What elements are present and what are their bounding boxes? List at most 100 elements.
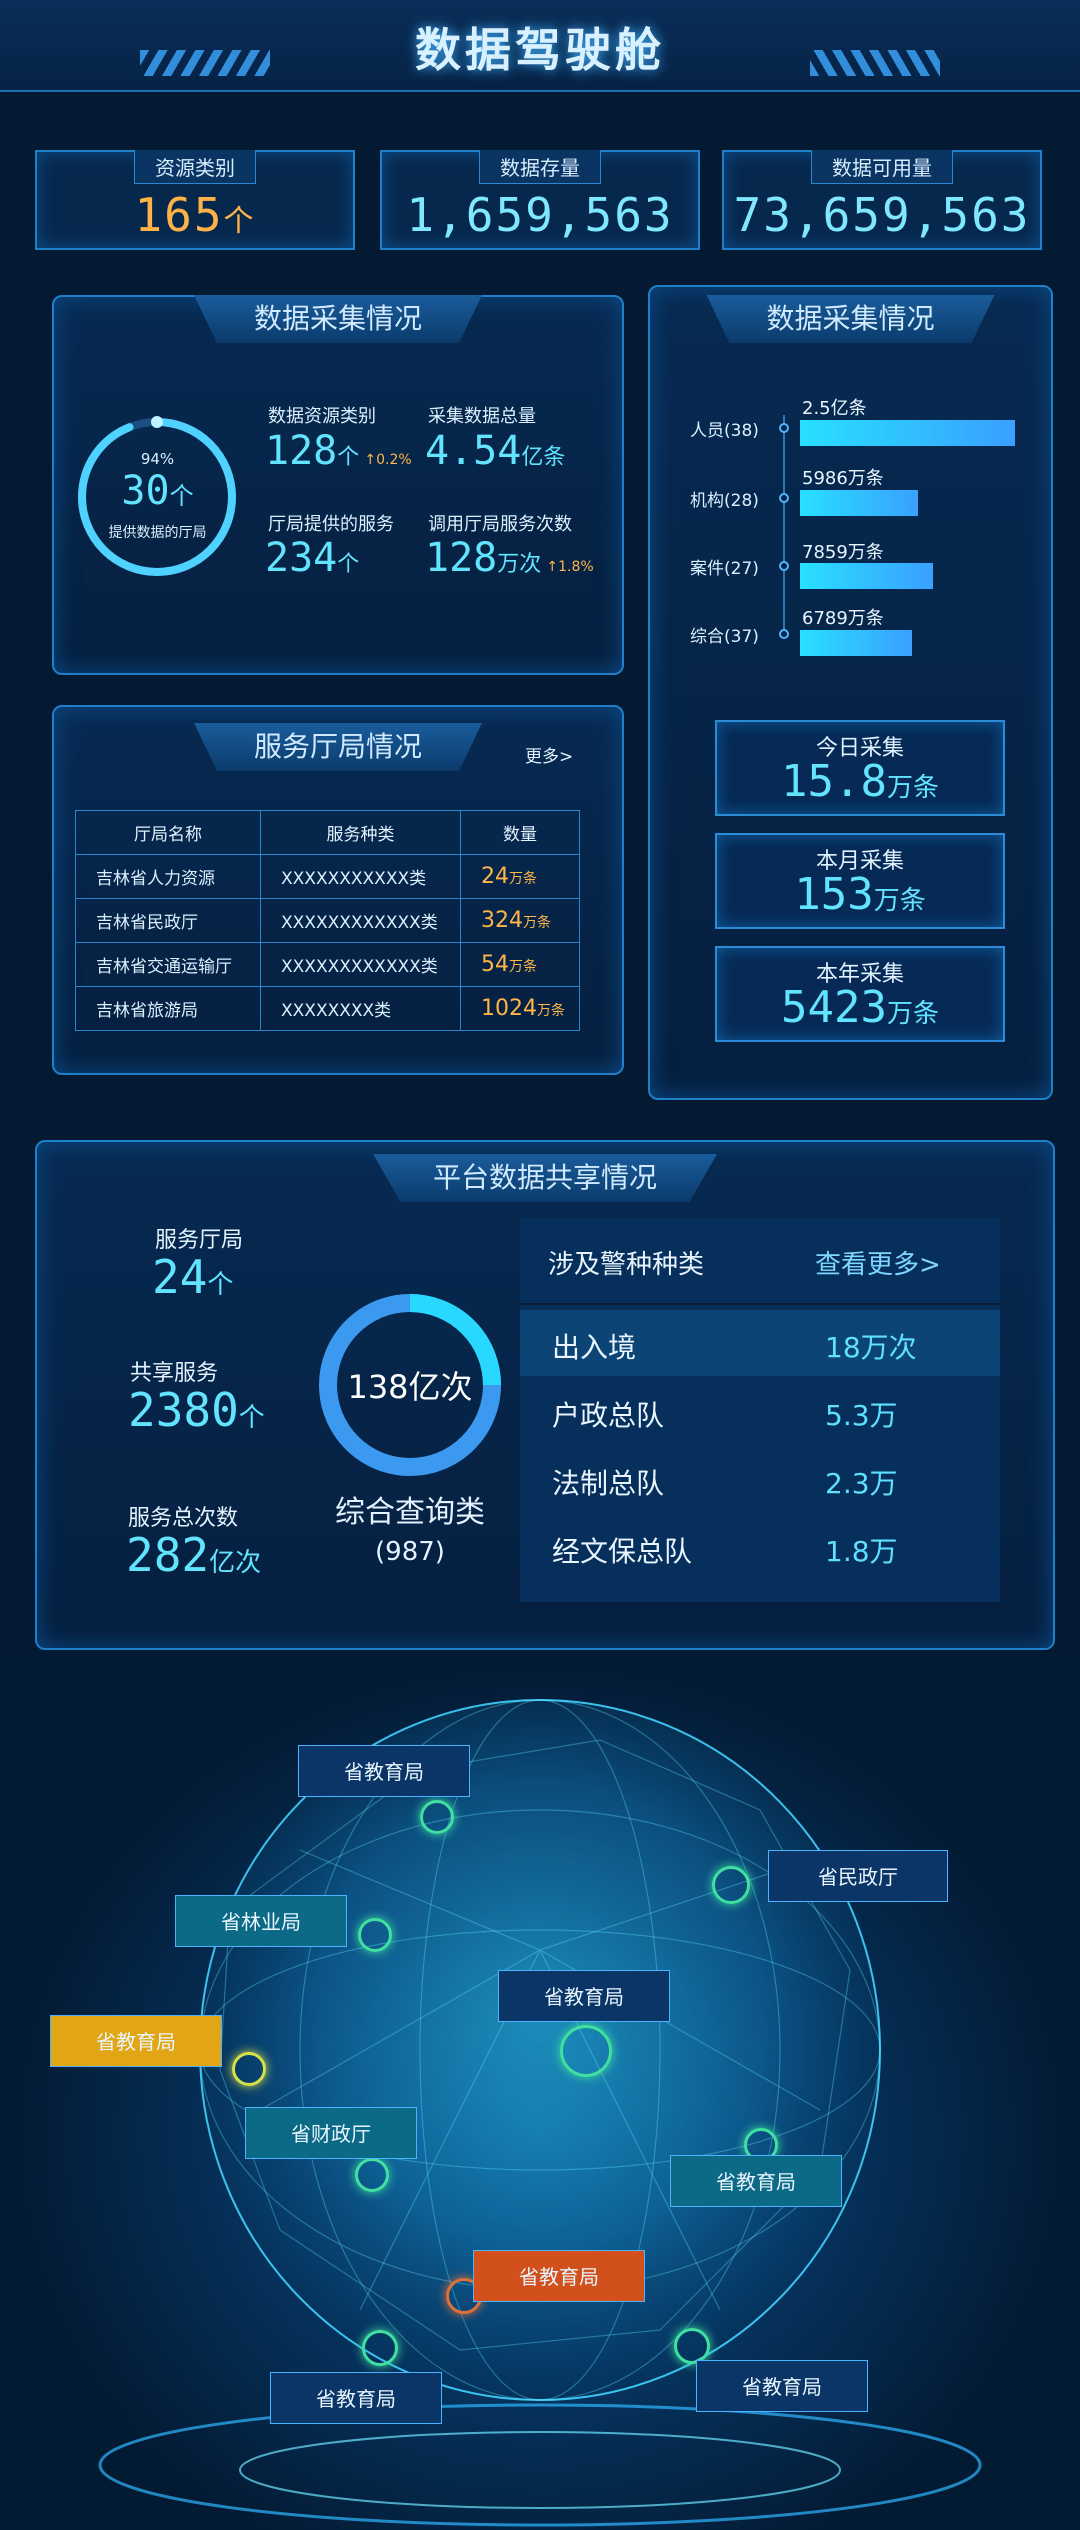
globe-tag[interactable]: 省教育局 — [270, 2372, 442, 2424]
kpi-value: 165个 — [134, 188, 256, 242]
globe-tag[interactable]: 省教育局 — [298, 1745, 470, 1797]
metric-value: 4.54亿条 — [425, 428, 566, 474]
kpi-resource-types: 资源类别 165个 — [35, 150, 355, 250]
metric-value: 128万次 ↑1.8% — [425, 535, 594, 581]
col-header: 厅局名称 — [75, 810, 261, 855]
metric-label: 采集数据总量 — [428, 406, 536, 427]
share-stat-value: 24个 — [152, 1250, 234, 1304]
kpi-value: 1,659,563 — [406, 188, 674, 242]
share-list: 涉及警种种类 查看更多> 出入境 18万次 户政总队 5.3万 法制总队 2.3万 经… — [520, 1218, 1000, 1602]
table-header-row: 厅局名称 服务种类 数量 — [75, 810, 580, 855]
cell-name: 吉林省民政厅 — [75, 898, 261, 943]
node-marker — [358, 1918, 392, 1952]
bar-value-label: 5986万条 — [802, 468, 884, 489]
node-marker — [232, 2052, 266, 2086]
list-item[interactable]: 出入境 18万次 — [520, 1310, 1000, 1376]
globe-tag[interactable]: 省民政厅 — [768, 1850, 948, 1902]
header-right-decoration — [810, 50, 940, 76]
list-divider — [520, 1303, 1000, 1305]
metric-value: 128个 ↑0.2% — [265, 428, 412, 474]
globe-tag[interactable]: 省林业局 — [175, 1895, 347, 1947]
bar-axis-dot — [779, 493, 789, 503]
table-row[interactable]: 吉林省交通运输厅 XXXXXXXXXXXX类 54万条 — [75, 942, 580, 987]
list-item[interactable]: 户政总队 5.3万 — [520, 1378, 1000, 1444]
globe-tag[interactable]: 省财政厅 — [245, 2107, 417, 2159]
stat-year: 本年采集 5423万条 — [715, 946, 1005, 1042]
node-marker — [355, 2158, 389, 2192]
globe-tag[interactable]: 省教育局 — [670, 2155, 842, 2207]
metric-label: 数据资源类别 — [268, 406, 376, 427]
bar-axis-dot — [779, 629, 789, 639]
bar-mark — [800, 490, 918, 516]
panel-title: 数据采集情况 — [193, 295, 483, 343]
cell-count: 1024万条 — [460, 986, 580, 1031]
stat-value: 15.8万条 — [781, 756, 939, 807]
bar-value-label: 6789万条 — [802, 608, 884, 629]
bar-mark — [800, 563, 933, 589]
node-marker — [674, 2328, 710, 2364]
globe-tag[interactable]: 省教育局 — [696, 2360, 868, 2412]
donut-sub: (987) — [375, 1537, 445, 1567]
cell-count: 54万条 — [460, 942, 580, 987]
bar-category-label: 人员(38) — [690, 421, 759, 441]
kpi-data-stock: 数据存量 1,659,563 — [380, 150, 700, 250]
bar-axis-line — [783, 415, 785, 635]
node-marker — [420, 1800, 454, 1834]
list-header: 涉及警种种类 — [548, 1250, 705, 1280]
globe-graphic — [98, 1699, 982, 2527]
bar-axis-dot — [779, 561, 789, 571]
ring-value: 30个 — [121, 468, 194, 514]
node-marker — [560, 2025, 612, 2077]
bar-category-label: 综合(37) — [690, 627, 759, 647]
more-link[interactable]: 更多> — [525, 742, 573, 767]
cell-name: 吉林省交通运输厅 — [75, 942, 261, 987]
globe-area: 省教育局 省民政厅 省林业局 省教育局 省教育局 省财政厅 省教育局 省教育局 … — [0, 1650, 1080, 2530]
bar-value-label: 2.5亿条 — [802, 398, 867, 419]
bar-axis-dot — [779, 423, 789, 433]
metric-label: 调用厅局服务次数 — [428, 514, 572, 535]
header-bar: 数据驾驶舱 — [0, 0, 1080, 92]
cell-name: 吉林省旅游局 — [75, 986, 261, 1031]
cell-count: 24万条 — [460, 854, 580, 899]
stat-value: 5423万条 — [781, 982, 939, 1033]
list-more-link[interactable]: 查看更多> — [815, 1244, 941, 1281]
globe-tag[interactable]: 省教育局 — [498, 1970, 670, 2022]
metric-label: 厅局提供的服务 — [268, 514, 394, 535]
list-item[interactable]: 经文保总队 1.8万 — [520, 1514, 1000, 1580]
kpi-value: 73,659,563 — [733, 188, 1031, 242]
panel-title: 平台数据共享情况 — [372, 1154, 718, 1202]
cell-kind: XXXXXXXX类 — [260, 986, 461, 1031]
metric-value: 234个 — [265, 535, 360, 581]
globe-tag[interactable]: 省教育局 — [473, 2250, 645, 2302]
share-stat-value: 2380个 — [128, 1383, 265, 1437]
col-header: 数量 — [460, 810, 580, 855]
cell-kind: XXXXXXXXXXX类 — [260, 854, 461, 899]
table-row[interactable]: 吉林省人力资源 XXXXXXXXXXX类 24万条 — [75, 854, 580, 899]
list-item[interactable]: 法制总队 2.3万 — [520, 1446, 1000, 1512]
cell-kind: XXXXXXXXXXXX类 — [260, 942, 461, 987]
cell-count: 324万条 — [460, 898, 580, 943]
node-marker — [362, 2330, 398, 2366]
donut-caption: 综合查询类 — [335, 1495, 485, 1530]
kpi-label: 资源类别 — [134, 150, 256, 184]
bar-category-label: 案件(27) — [690, 559, 759, 579]
panel-title: 服务厅局情况 — [193, 723, 483, 771]
cell-kind: XXXXXXXXXXXX类 — [260, 898, 461, 943]
node-marker — [712, 1866, 750, 1904]
ring-caption: 提供数据的厅局 — [108, 525, 207, 541]
table-row[interactable]: 吉林省旅游局 XXXXXXXX类 1024万条 — [75, 986, 580, 1031]
share-stat-value: 282亿次 — [126, 1528, 262, 1582]
globe-tag[interactable]: 省教育局 — [50, 2015, 222, 2067]
bar-mark — [800, 420, 1015, 446]
stat-today: 今日采集 15.8万条 — [715, 720, 1005, 816]
kpi-label: 数据存量 — [479, 150, 601, 184]
ring-percent: 94% — [140, 450, 175, 468]
cell-name: 吉林省人力资源 — [75, 854, 261, 899]
bar-category-label: 机构(28) — [690, 491, 759, 511]
bar-mark — [800, 630, 912, 656]
service-table: 厅局名称 服务种类 数量 吉林省人力资源 XXXXXXXXXXX类 24万条 吉… — [75, 810, 580, 1031]
kpi-data-available: 数据可用量 73,659,563 — [722, 150, 1042, 250]
kpi-label: 数据可用量 — [811, 150, 953, 184]
stat-value: 153万条 — [794, 869, 926, 920]
table-row[interactable]: 吉林省民政厅 XXXXXXXXXXXX类 324万条 — [75, 898, 580, 943]
